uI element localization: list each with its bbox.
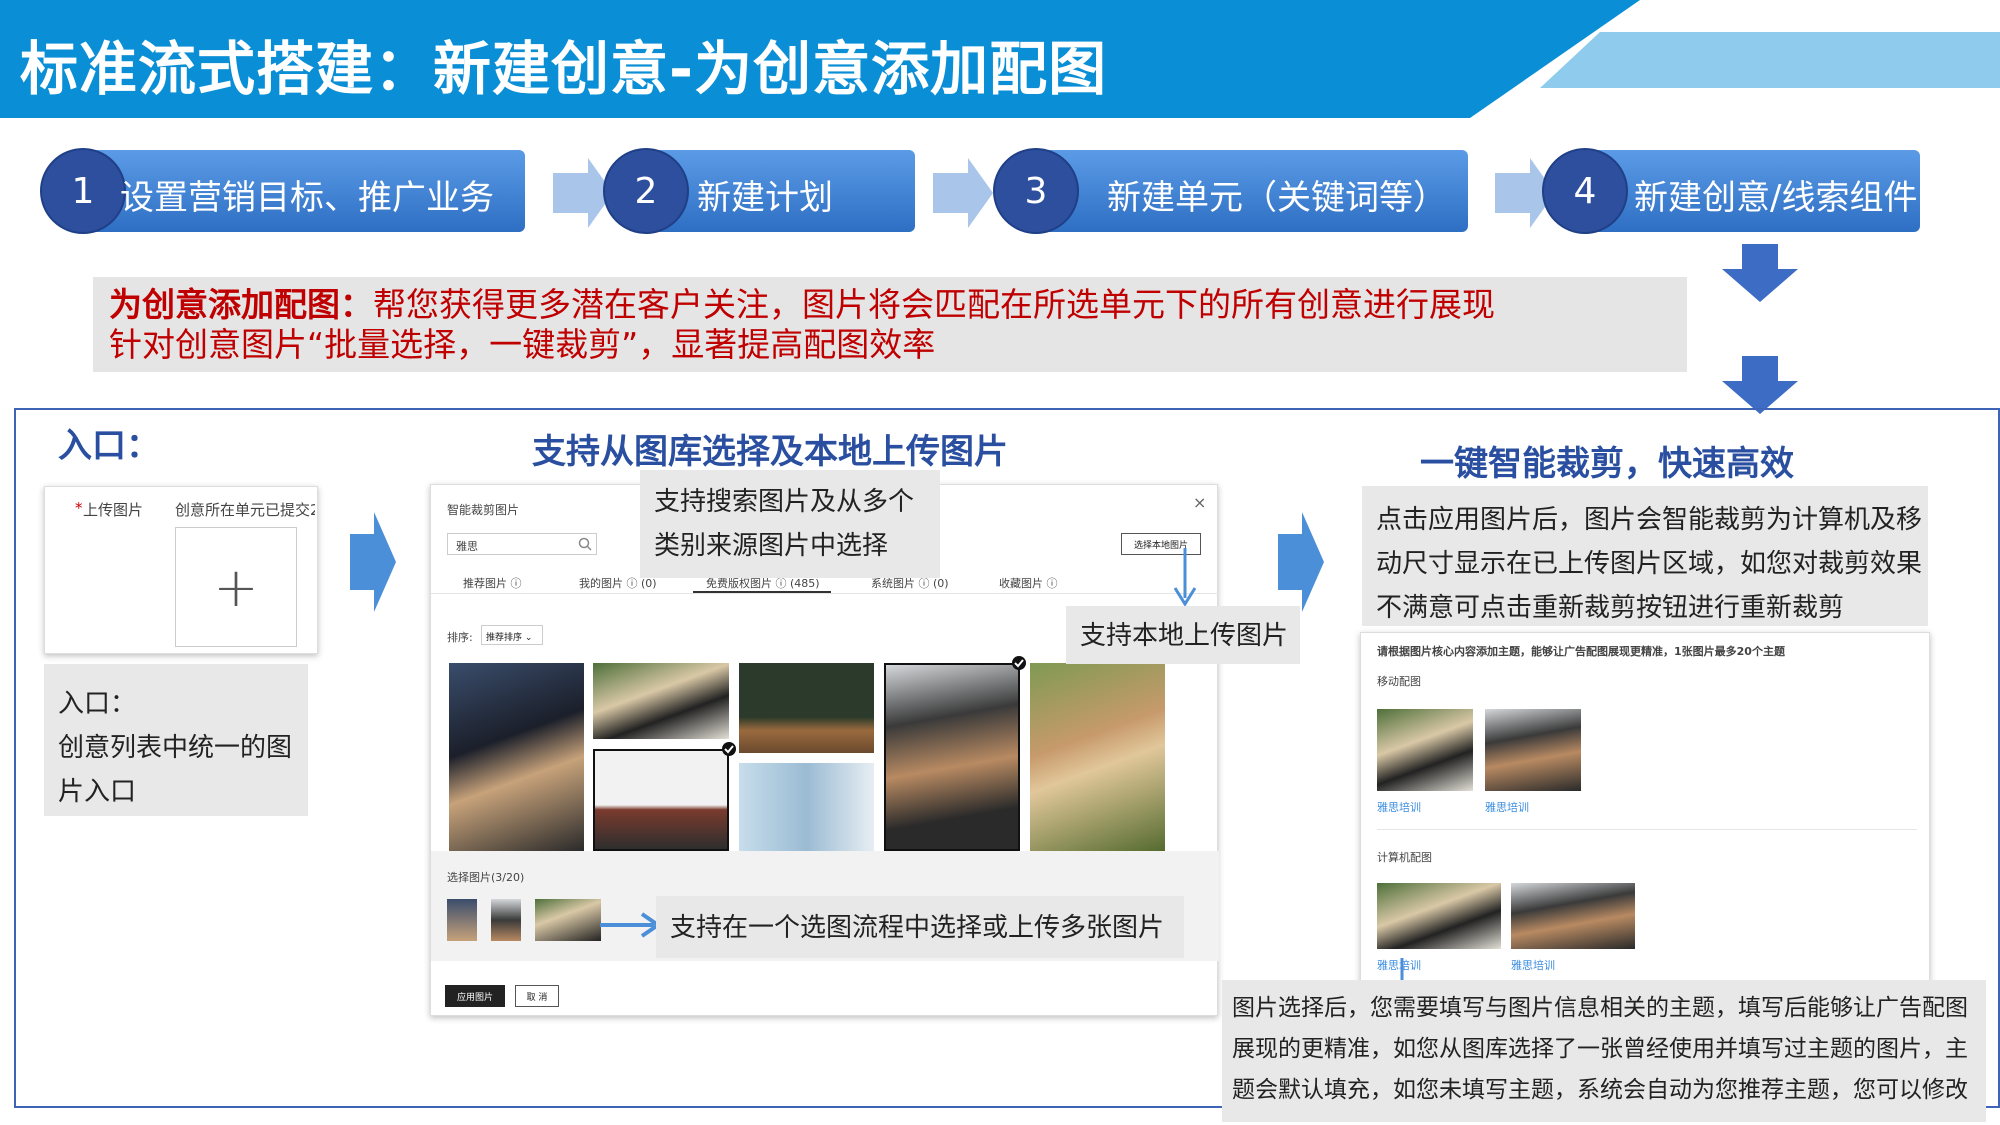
flow-arrow-icon	[350, 512, 396, 612]
cancel-button[interactable]: 取 消	[515, 985, 559, 1007]
step-2: 2 新建计划	[603, 148, 915, 234]
multi-select-callout: 支持在一个选图流程中选择或上传多张图片	[656, 896, 1184, 958]
pointer-arrow-icon	[600, 912, 662, 938]
checkmark-icon	[722, 742, 736, 756]
mobile-crop-image[interactable]	[1377, 709, 1473, 791]
selected-thumbnail[interactable]	[447, 899, 477, 941]
step-3: 3 新建单元（关键词等）	[993, 148, 1468, 234]
library-title: 支持从图库选择及本地上传图片	[532, 432, 1008, 472]
step-1-label: 设置营销目标、推广业务	[120, 178, 494, 218]
topic-callout-line-1: 图片选择后，您需要填写与图片信息相关的主题，填写后能够让广告配图	[1232, 995, 1968, 1021]
entry-note: 入口： 创意列表中统一的图 片入口	[44, 664, 308, 816]
topic-callout-line-3: 题会默认填充，如您未填写主题，系统会自动为您推荐主题，您可以修改	[1232, 1077, 1968, 1103]
feature-description: 为创意添加配图：帮您获得更多潜在客户关注，图片将会匹配在所选单元下的所有创意进行…	[93, 277, 1687, 372]
selected-count: 选择图片(3/20)	[447, 871, 525, 884]
checkmark-icon	[1012, 656, 1026, 670]
topic-callout: 图片选择后，您需要填写与图片信息相关的主题，填写后能够让广告配图 展现的更精准，…	[1222, 980, 1986, 1122]
pc-crop-image[interactable]	[1511, 883, 1635, 949]
pc-crop-image[interactable]	[1377, 883, 1501, 949]
down-arrow-icon	[1722, 244, 1798, 302]
library-photo-selected[interactable]	[593, 749, 729, 851]
upload-image-panel: * 上传图片 创意所在单元已提交2 +	[44, 486, 318, 654]
step-4-label: 新建创意/线索组件	[1634, 178, 1918, 218]
entry-title: 入口：	[58, 426, 160, 466]
search-callout-line-2: 类别来源图片中选择	[654, 531, 889, 561]
mobile-images-label: 移动配图	[1377, 675, 1421, 688]
crop-result-panel: 请根据图片核心内容添加主题，能够让广告配图展现更精准，1张图片最多20个主题 移…	[1360, 632, 1930, 982]
step-4: 4 新建创意/线索组件	[1542, 148, 1920, 234]
topic-callout-line-2: 展现的更精准，如您从图库选择了一张曾经使用并填写过主题的图片，主	[1232, 1036, 1968, 1062]
section-divider	[1377, 829, 1917, 830]
topic-note: 请根据图片核心内容添加主题，能够让广告配图展现更精准，1张图片最多20个主题	[1377, 645, 1785, 658]
topic-link[interactable]: 雅思培训	[1511, 957, 1555, 973]
search-callout: 支持搜索图片及从多个 类别来源图片中选择	[640, 470, 940, 578]
selected-thumbnail[interactable]	[491, 899, 521, 941]
selected-thumbnail[interactable]	[535, 899, 601, 941]
pointer-arrow-icon	[1173, 548, 1197, 607]
search-value: 雅思	[456, 540, 478, 553]
library-photo[interactable]	[1030, 663, 1165, 851]
pc-images-label: 计算机配图	[1377, 851, 1432, 864]
dialog-title: 智能裁剪图片	[447, 503, 520, 517]
upload-label: 上传图片	[83, 501, 144, 519]
tab-favorites[interactable]: 收藏图片 ⓘ	[999, 575, 1058, 591]
step-arrow-icon	[933, 158, 993, 228]
upload-note: 创意所在单元已提交2	[175, 501, 315, 519]
search-input[interactable]: 雅思	[447, 533, 597, 555]
crop-callout-line-3: 不满意可点击重新裁剪按钮进行重新裁剪	[1376, 593, 1845, 623]
search-callout-line-1: 支持搜索图片及从多个	[654, 487, 915, 517]
apply-images-button[interactable]: 应用图片	[445, 985, 505, 1007]
tab-divider	[431, 593, 1219, 594]
step-1: 1 设置营销目标、推广业务	[40, 148, 525, 234]
library-photo[interactable]	[739, 663, 874, 753]
description-line-1: 帮您获得更多潜在客户关注，图片将会匹配在所选单元下的所有创意进行展现	[373, 285, 1495, 324]
entry-note-title: 入口：	[58, 689, 137, 719]
step-4-number: 4	[1542, 148, 1628, 234]
entry-note-line-1: 创意列表中统一的图	[58, 733, 293, 763]
mobile-crop-image[interactable]	[1485, 709, 1581, 791]
step-1-number: 1	[40, 148, 126, 234]
crop-callout-line-2: 动尺寸显示在已上传图片区域，如您对裁剪效果	[1376, 549, 1923, 579]
crop-callout: 点击应用图片后，图片会智能裁剪为计算机及移 动尺寸显示在已上传图片区域，如您对裁…	[1362, 486, 1928, 626]
close-icon[interactable]: ×	[1193, 493, 1206, 512]
required-mark: *	[75, 499, 83, 517]
sort-label: 排序:	[447, 631, 473, 644]
entry-note-line-2: 片入口	[58, 777, 137, 807]
step-2-number: 2	[603, 148, 689, 234]
crop-title: 一键智能裁剪，快速高效	[1420, 444, 1794, 484]
library-photo[interactable]	[593, 663, 729, 739]
page-title: 标准流式搭建：新建创意-为创意添加配图	[20, 35, 1108, 103]
search-icon	[578, 537, 592, 551]
crop-callout-line-1: 点击应用图片后，图片会智能裁剪为计算机及移	[1376, 505, 1923, 535]
topic-link[interactable]: 雅思培训	[1485, 799, 1529, 815]
topic-link[interactable]: 雅思培训	[1377, 799, 1421, 815]
step-3-number: 3	[993, 148, 1079, 234]
library-photo[interactable]	[739, 763, 874, 851]
description-lead: 为创意添加配图：	[109, 285, 373, 324]
step-2-label: 新建计划	[697, 178, 833, 218]
description-line-2: 针对创意图片“批量选择，一键裁剪”，显著提高配图效率	[109, 325, 936, 364]
flow-arrow-icon	[1278, 512, 1324, 612]
step-3-label: 新建单元（关键词等）	[1107, 178, 1447, 218]
local-upload-callout: 支持本地上传图片	[1066, 606, 1300, 664]
down-arrow-icon	[1722, 356, 1798, 414]
add-image-button[interactable]: +	[175, 527, 297, 647]
library-photo-selected[interactable]	[884, 663, 1020, 851]
sort-value: 推荐排序	[486, 633, 523, 643]
sort-select[interactable]: 推荐排序 ⌄	[481, 625, 543, 645]
tab-recommended[interactable]: 推荐图片 ⓘ	[463, 575, 522, 591]
library-photo[interactable]	[449, 663, 584, 851]
